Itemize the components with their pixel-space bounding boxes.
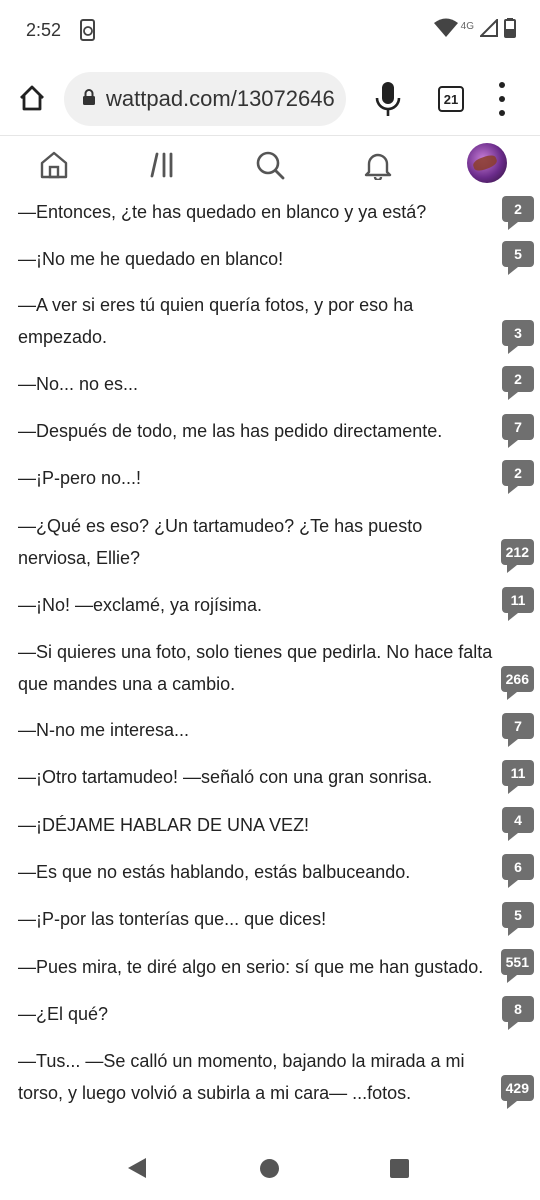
nav-home-button[interactable] bbox=[37, 148, 71, 182]
status-time: 2:52 bbox=[26, 20, 62, 40]
comment-count-badge[interactable]: 8 bbox=[502, 996, 534, 1030]
comment-count-badge[interactable]: 6 bbox=[502, 854, 534, 888]
comment-count-badge[interactable]: 11 bbox=[502, 760, 534, 794]
address-bar[interactable]: wattpad.com/13072646 bbox=[64, 72, 346, 126]
comment-count-badge[interactable]: 551 bbox=[500, 949, 534, 983]
back-icon[interactable] bbox=[128, 1158, 146, 1178]
story-paragraph: —Tus... —Se calló un momento, bajando la… bbox=[18, 1051, 465, 1103]
comment-count-badge[interactable]: 266 bbox=[500, 666, 534, 700]
nav-library-button[interactable] bbox=[146, 148, 180, 182]
status-indicators: 4G bbox=[433, 17, 516, 43]
voice-search-button[interactable] bbox=[374, 80, 402, 118]
story-paragraph: —¡DÉJAME HABLAR DE UNA VEZ! bbox=[18, 815, 310, 835]
story-paragraph: —¡P-por las tonterías que... que dices! bbox=[18, 909, 327, 929]
story-paragraph: —Si quieres una foto, solo tienes que pe… bbox=[18, 642, 493, 694]
story-paragraph: —¡No me he quedado en blanco! bbox=[18, 249, 284, 269]
browser-toolbar: wattpad.com/13072646 21 bbox=[0, 62, 540, 136]
mic-icon bbox=[375, 82, 401, 116]
story-paragraph: —¡Otro tartamudeo! —señaló con una gran … bbox=[18, 767, 433, 787]
avatar[interactable] bbox=[467, 143, 507, 183]
search-icon bbox=[256, 151, 285, 180]
story-paragraph: —¿Qué es eso? ¿Un tartamudeo? ¿Te has pu… bbox=[18, 516, 423, 568]
nav-notifications-button[interactable] bbox=[361, 148, 395, 182]
comment-count-badge[interactable]: 2 bbox=[502, 460, 534, 494]
story-paragraph: —Entonces, ¿te has quedado en blanco y y… bbox=[18, 202, 427, 222]
story-content: —Entonces, ¿te has quedado en blanco y y… bbox=[0, 192, 540, 1132]
network-type: 4G bbox=[460, 21, 474, 32]
browser-home-button[interactable] bbox=[14, 80, 50, 116]
comment-count-badge[interactable]: 3 bbox=[502, 320, 534, 354]
comment-count-badge[interactable]: 7 bbox=[502, 713, 534, 747]
comment-count-badge[interactable]: 212 bbox=[500, 539, 534, 573]
sync-icon bbox=[78, 19, 98, 41]
lock-icon bbox=[82, 88, 96, 111]
nav-search-button[interactable] bbox=[253, 148, 287, 182]
signal-icon bbox=[478, 17, 498, 42]
library-icon bbox=[150, 152, 173, 178]
wifi-icon bbox=[433, 18, 459, 43]
home-icon bbox=[20, 85, 44, 111]
comment-count-badge[interactable]: 5 bbox=[502, 902, 534, 936]
comment-count-badge[interactable]: 11 bbox=[502, 587, 534, 621]
comment-count-badge[interactable]: 5 bbox=[502, 241, 534, 275]
home-button-icon[interactable] bbox=[260, 1159, 279, 1178]
story-paragraph: —N-no me interesa... bbox=[18, 720, 190, 740]
battery-icon bbox=[504, 18, 516, 43]
comment-count-badge[interactable]: 2 bbox=[502, 366, 534, 400]
comment-count-badge[interactable]: 429 bbox=[500, 1075, 534, 1109]
story-paragraph: —¿El qué? bbox=[18, 1004, 109, 1024]
bell-icon bbox=[364, 153, 392, 180]
story-paragraph: —¡P-pero no...! bbox=[18, 468, 142, 488]
story-paragraph: —¡No! —exclamé, ya rojísima. bbox=[18, 595, 263, 615]
more-vert-icon[interactable] bbox=[497, 82, 507, 116]
story-paragraph: —No... no es... bbox=[18, 374, 139, 394]
comment-count-badge[interactable]: 2 bbox=[502, 196, 534, 230]
tab-switcher-button[interactable]: 21 bbox=[438, 86, 464, 112]
story-paragraph: —Después de todo, me las has pedido dire… bbox=[18, 421, 443, 441]
story-paragraph: —Es que no estás hablando, estás balbuce… bbox=[18, 862, 411, 882]
story-paragraph: —A ver si eres tú quien quería fotos, y … bbox=[18, 295, 414, 347]
comment-count-badge[interactable]: 7 bbox=[502, 414, 534, 448]
status-bar: 2:52 4G bbox=[0, 0, 540, 62]
story-paragraph: —Pues mira, te diré algo en serio: sí qu… bbox=[18, 957, 484, 977]
home-icon bbox=[40, 151, 68, 179]
system-nav-bar bbox=[0, 1136, 540, 1200]
comment-count-badge[interactable]: 4 bbox=[502, 807, 534, 841]
wattpad-nav bbox=[0, 136, 540, 192]
url-text: wattpad.com/13072646 bbox=[106, 86, 335, 111]
recent-apps-icon[interactable] bbox=[390, 1159, 409, 1178]
